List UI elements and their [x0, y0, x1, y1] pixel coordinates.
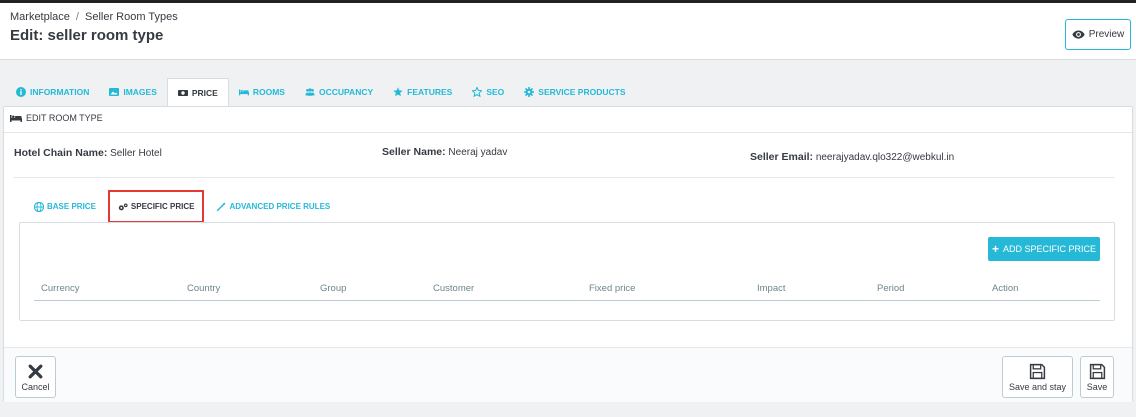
panel-footer: Cancel Save and stay Save [4, 347, 1132, 402]
subtab-base-price[interactable]: BASE PRICE [26, 190, 104, 223]
edit-room-type-panel: EDIT ROOM TYPE Hotel Chain Name: Seller … [3, 106, 1133, 402]
subtab-label: BASE PRICE [47, 202, 96, 211]
cancel-label: Cancel [21, 381, 50, 392]
eye-icon [1072, 30, 1085, 39]
panel-heading: EDIT ROOM TYPE [10, 113, 103, 123]
breadcrumb-current[interactable]: Seller Room Types [85, 11, 178, 23]
star-icon [393, 87, 403, 97]
specific-price-panel: + ADD SPECIFIC PRICE Currency Country Gr… [19, 222, 1115, 321]
cancel-button[interactable]: Cancel [15, 356, 56, 398]
magic-wand-icon [217, 202, 226, 211]
add-specific-price-label: ADD SPECIFIC PRICE [1003, 244, 1097, 254]
breadcrumb: Marketplace / Seller Room Types [10, 11, 178, 23]
hotel-chain-info: Hotel Chain Name: Seller Hotel [14, 147, 162, 159]
price-subtabs: BASE PRICE SPECIFIC PRICE ADVANCED PRICE… [26, 190, 338, 223]
globe-icon [34, 201, 44, 212]
hotel-chain-value: Seller Hotel [110, 148, 162, 159]
specific-price-table-header: Currency Country Group Customer Fixed pr… [34, 281, 1100, 301]
tab-label: FEATURES [407, 87, 453, 97]
tab-features[interactable]: FEATURES [383, 78, 462, 106]
column-header-action: Action [992, 283, 1019, 294]
column-header-group: Group [320, 283, 347, 294]
money-icon [177, 90, 188, 96]
star-outline-icon [472, 87, 483, 97]
seller-email-info: Seller Email: neerajyadav.qlo322@webkul.… [750, 151, 954, 163]
tab-label: OCCUPANCY [318, 87, 374, 97]
tab-price[interactable]: PRICE [166, 78, 229, 107]
divider [14, 177, 1114, 178]
subtab-advanced-price-rules[interactable]: ADVANCED PRICE RULES [208, 190, 338, 223]
floppy-disk-icon [1029, 363, 1046, 379]
tab-label: SERVICE PRODUCTS [538, 87, 626, 97]
bed-icon [10, 115, 22, 122]
column-header-customer: Customer [433, 283, 475, 294]
info-circle-icon [16, 87, 26, 97]
seller-name-value: Neeraj yadav [448, 147, 508, 158]
close-icon [28, 364, 43, 378]
picture-icon [109, 88, 120, 96]
panel-heading-label: EDIT ROOM TYPE [26, 113, 103, 123]
tab-rooms[interactable]: ROOMS [229, 78, 295, 106]
column-header-currency: Currency [41, 283, 80, 294]
users-icon [305, 88, 315, 96]
subtab-specific-price[interactable]: SPECIFIC PRICE [107, 190, 205, 223]
preview-button[interactable]: Preview [1065, 19, 1131, 50]
save-button[interactable]: Save [1080, 356, 1114, 398]
tab-images[interactable]: IMAGES [99, 78, 167, 106]
seller-email-value: neerajyadav.qlo322@webkul.in [815, 152, 955, 163]
hotel-chain-label: Hotel Chain Name: [14, 147, 108, 159]
breadcrumb-separator: / [75, 11, 79, 23]
save-and-stay-button[interactable]: Save and stay [1002, 356, 1073, 398]
subtab-label: ADVANCED PRICE RULES [229, 202, 331, 211]
page-title: Edit: seller room type [10, 27, 164, 44]
column-header-period: Period [877, 283, 905, 294]
column-header-country: Country [187, 283, 221, 294]
divider [4, 132, 1132, 133]
seller-name-info: Seller Name: Neeraj yadav [382, 146, 507, 158]
bed-icon [238, 89, 249, 96]
page-header: Marketplace / Seller Room Types Edit: sell… [0, 3, 1136, 60]
tab-occupancy[interactable]: OCCUPANCY [295, 78, 383, 106]
seller-name-label: Seller Name: [382, 146, 446, 158]
tab-label: INFORMATION [30, 87, 90, 97]
tab-information[interactable]: INFORMATION [6, 78, 99, 106]
main-tabs: INFORMATION IMAGES PRICE ROOMS OCCUPANCY… [6, 78, 636, 107]
plus-icon: + [991, 242, 999, 256]
cogs-icon [118, 203, 128, 210]
tab-label: SEO [486, 87, 505, 97]
add-specific-price-button[interactable]: + ADD SPECIFIC PRICE [988, 237, 1100, 261]
column-header-impact: Impact [757, 283, 786, 294]
save-and-stay-label: Save and stay [1008, 381, 1067, 392]
tab-service-products[interactable]: SERVICE PRODUCTS [514, 78, 635, 106]
column-header-fixed-price: Fixed price [589, 283, 636, 294]
tab-label: IMAGES [123, 87, 157, 97]
save-label: Save [1086, 381, 1108, 392]
subtab-label: SPECIFIC PRICE [130, 202, 195, 211]
floppy-disk-icon [1089, 363, 1105, 379]
seller-email-label: Seller Email: [750, 151, 814, 163]
tab-seo[interactable]: SEO [462, 78, 514, 106]
tab-label: PRICE [191, 88, 218, 98]
breadcrumb-parent[interactable]: Marketplace [10, 11, 70, 23]
gear-icon [524, 87, 535, 97]
tab-label: ROOMS [252, 87, 285, 97]
preview-label: Preview [1088, 29, 1125, 40]
